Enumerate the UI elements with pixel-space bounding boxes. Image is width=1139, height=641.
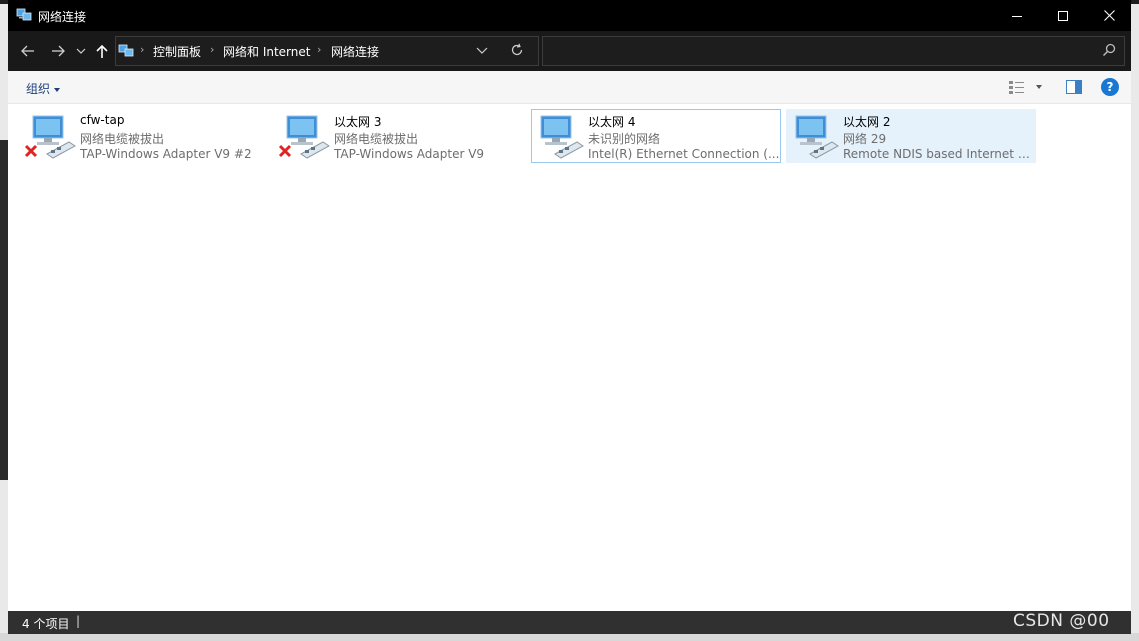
forward-button[interactable] <box>48 41 68 61</box>
connection-adapter: TAP-Windows Adapter V9 <box>334 147 485 161</box>
background-window-edge <box>0 140 8 480</box>
status-separator: | <box>76 614 81 628</box>
change-view-icon[interactable] <box>1008 80 1026 96</box>
connection-item-cfw-tap[interactable]: cfw-tap 网络电缆被拔出 TAP-Windows Adapter V9 #… <box>23 109 273 163</box>
connection-adapter: Intel(R) Ethernet Connection (... <box>588 147 780 161</box>
recent-locations-button[interactable] <box>74 41 88 61</box>
network-connections-icon <box>16 8 32 21</box>
explorer-window: 网络连接 › 控制面板 › 网络和 Internet › 网络连接 组织 ? c… <box>8 0 1131 634</box>
command-bar: 组织 ? <box>8 71 1131 104</box>
connection-status: 网络 29 <box>843 132 887 146</box>
chevron-down-icon[interactable] <box>475 43 489 57</box>
network-adapter-icon <box>540 115 584 159</box>
connection-item-ethernet-2[interactable]: 以太网 2 网络 29 Remote NDIS based Internet S… <box>786 109 1036 163</box>
connection-adapter: TAP-Windows Adapter V9 #2 <box>80 147 252 161</box>
close-icon <box>1103 10 1115 21</box>
help-button[interactable]: ? <box>1101 78 1119 96</box>
chevron-right-icon: › <box>140 43 145 56</box>
view-options-dropdown[interactable] <box>1036 85 1042 89</box>
connection-name: cfw-tap <box>80 113 125 127</box>
minimize-icon <box>1012 15 1022 17</box>
breadcrumb-network-internet[interactable]: 网络和 Internet <box>223 43 310 60</box>
preview-pane-icon[interactable] <box>1066 80 1082 94</box>
status-bar: 4 个项目 | <box>8 611 1131 634</box>
back-button[interactable] <box>18 41 38 61</box>
window-title: 网络连接 <box>38 10 87 24</box>
disconnected-x-icon <box>24 144 38 158</box>
background-bottom-strip <box>0 633 1139 641</box>
item-count: 4 个项目 <box>22 617 70 631</box>
network-connections-icon <box>118 44 134 57</box>
organize-menu-button[interactable]: 组织 <box>26 80 61 97</box>
connection-status: 未识别的网络 <box>588 132 661 146</box>
watermark-text: CSDN @00 <box>1013 611 1110 631</box>
connection-name: 以太网 4 <box>588 115 636 129</box>
title-bar: 网络连接 <box>8 0 1131 31</box>
connection-status: 网络电缆被拔出 <box>80 132 165 146</box>
maximize-icon <box>1058 10 1068 21</box>
navigation-bar: › 控制面板 › 网络和 Internet › 网络连接 <box>8 31 1131 71</box>
address-bar[interactable]: › 控制面板 › 网络和 Internet › 网络连接 <box>115 36 539 66</box>
search-icon <box>1102 43 1116 57</box>
chevron-down-icon <box>76 48 86 54</box>
maximize-button[interactable] <box>1040 0 1086 31</box>
connection-adapter: Remote NDIS based Internet S... <box>843 147 1035 161</box>
refresh-icon[interactable] <box>509 42 525 58</box>
connection-name: 以太网 3 <box>334 115 382 129</box>
connection-item-ethernet-4[interactable]: 以太网 4 未识别的网络 Intel(R) Ethernet Connectio… <box>531 109 781 163</box>
chevron-right-icon: › <box>210 43 215 56</box>
close-button[interactable] <box>1086 0 1131 31</box>
disconnected-x-icon <box>278 144 292 158</box>
network-adapter-icon <box>795 115 839 159</box>
breadcrumb-network-connections[interactable]: 网络连接 <box>331 43 379 60</box>
arrow-up-icon <box>96 44 108 58</box>
arrow-left-icon <box>21 45 34 57</box>
organize-label: 组织 <box>26 82 51 96</box>
caret-down-icon <box>54 87 61 92</box>
connection-name: 以太网 2 <box>843 115 891 129</box>
breadcrumb-control-panel[interactable]: 控制面板 <box>153 43 201 60</box>
arrow-right-icon <box>52 45 65 57</box>
connection-item-ethernet-3[interactable]: 以太网 3 网络电缆被拔出 TAP-Windows Adapter V9 <box>277 109 527 163</box>
minimize-button[interactable] <box>994 0 1040 31</box>
chevron-right-icon: › <box>317 43 322 56</box>
search-box[interactable] <box>542 36 1125 66</box>
connection-status: 网络电缆被拔出 <box>334 132 419 146</box>
up-button[interactable] <box>94 41 110 61</box>
connections-view: cfw-tap 网络电缆被拔出 TAP-Windows Adapter V9 #… <box>8 104 1131 610</box>
search-input[interactable] <box>549 41 1093 61</box>
